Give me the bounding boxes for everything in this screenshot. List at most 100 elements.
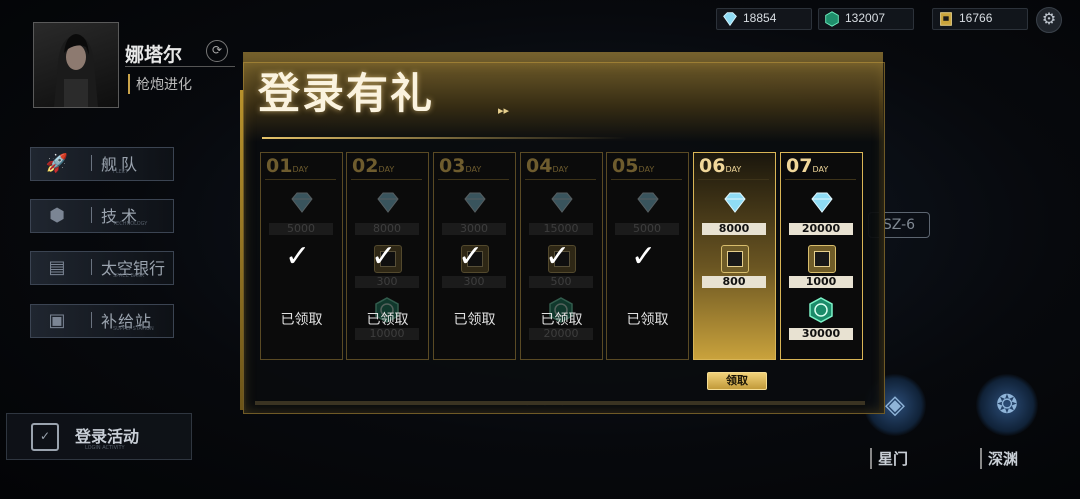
menu-supply-station[interactable]: ▣ 补给站 SUPPLY STATION bbox=[30, 304, 174, 338]
day-divider bbox=[265, 179, 336, 180]
diamond-amount: 8000 bbox=[702, 223, 766, 235]
diamond-amount: 8000 bbox=[355, 223, 419, 235]
diamond-icon bbox=[289, 191, 315, 213]
day-divider bbox=[698, 179, 769, 180]
chip-amount: 800 bbox=[702, 276, 766, 288]
diamond-icon bbox=[809, 191, 835, 213]
diamond-icon bbox=[635, 191, 661, 213]
diamond-counter: 18854 bbox=[716, 8, 812, 30]
player-subtitle: 枪炮进化 bbox=[128, 74, 192, 94]
chip-amount: 300 bbox=[355, 276, 419, 288]
energy-core-icon bbox=[825, 11, 839, 27]
core-amount: 10000 bbox=[355, 328, 419, 340]
abyss-portal[interactable]: ❂ bbox=[976, 374, 1038, 436]
claimed-label: 已领取 bbox=[280, 312, 323, 328]
checkmark-icon: ✓ bbox=[545, 239, 571, 274]
claimed-label: 已领取 bbox=[366, 312, 409, 328]
login-activity-label: 登录活动 bbox=[75, 427, 140, 446]
menu-technology[interactable]: ⬢ 技术 TECHNOLOGY bbox=[30, 199, 174, 233]
energy-core-value: 132007 bbox=[845, 11, 886, 25]
day-number: 07DAY bbox=[786, 155, 829, 177]
claimed-label: 已领取 bbox=[626, 312, 669, 328]
menu-separator bbox=[91, 155, 92, 171]
player-name: 娜塔尔 bbox=[125, 44, 183, 66]
settings-gear-icon[interactable]: ⚙ bbox=[1036, 7, 1062, 33]
menu-separator bbox=[91, 312, 92, 328]
day-card-03: 03DAY 3000 300 ✓ 已领取 bbox=[433, 152, 516, 360]
chip-amount: 1000 bbox=[789, 276, 853, 288]
day-card-05: 05DAY 5000 ✓ 已领取 bbox=[606, 152, 689, 360]
day-number: 04DAY bbox=[526, 155, 569, 177]
abyss-icon: ❂ bbox=[996, 390, 1018, 420]
checkmark-icon: ✓ bbox=[631, 239, 657, 274]
checkmark-icon: ✓ bbox=[371, 239, 397, 274]
diamond-icon bbox=[723, 12, 737, 27]
core-amount: 30000 bbox=[789, 328, 853, 340]
calendar-check-icon: ✓ bbox=[31, 423, 59, 451]
menu-supply-station-sub: SUPPLY STATION bbox=[113, 326, 154, 332]
day-number: 05DAY bbox=[612, 155, 655, 177]
day-card-07: 07DAY 20000 1000 30000 bbox=[780, 152, 863, 360]
profile-divider bbox=[125, 66, 235, 67]
day-number: 02DAY bbox=[352, 155, 395, 177]
claimed-label: 已领取 bbox=[540, 312, 583, 328]
menu-technology-sub: TECHNOLOGY bbox=[113, 221, 148, 227]
energy-core-counter: 132007 bbox=[818, 8, 914, 30]
modal-title: 登录有礼 bbox=[258, 69, 435, 118]
day-divider bbox=[525, 179, 596, 180]
money-stack-icon: ▤ bbox=[48, 257, 66, 278]
diamond-amount: 5000 bbox=[615, 223, 679, 235]
day-number: 06DAY bbox=[699, 155, 742, 177]
claimed-label: 已领取 bbox=[453, 312, 496, 328]
checkmark-icon: ✓ bbox=[458, 239, 484, 274]
chip-card-icon bbox=[940, 12, 952, 26]
day-card-04: 04DAY 15000 500 20000 ✓ 已领取 bbox=[520, 152, 603, 360]
diamond-value: 18854 bbox=[743, 11, 777, 25]
menu-separator bbox=[91, 259, 92, 275]
rocket-icon: 🚀 bbox=[45, 153, 69, 174]
claim-button[interactable]: 领取 bbox=[707, 372, 767, 390]
menu-fleet[interactable]: 🚀 舰队 FLEET bbox=[30, 147, 174, 181]
day-divider bbox=[438, 179, 509, 180]
day-divider bbox=[611, 179, 682, 180]
chip-value: 16766 bbox=[959, 11, 993, 25]
login-activity-sub: LOGIN ACTIVITY bbox=[85, 445, 125, 451]
chip-card-icon bbox=[721, 245, 749, 273]
chip-counter: 16766 bbox=[932, 8, 1028, 30]
chip-card-icon bbox=[808, 245, 836, 273]
stargate-label[interactable]: 星门 bbox=[870, 448, 908, 469]
avatar[interactable] bbox=[33, 22, 119, 108]
day-divider bbox=[785, 179, 856, 180]
character-portrait-icon bbox=[54, 34, 98, 107]
title-arrow-icon: ▸▸ bbox=[498, 104, 510, 117]
menu-space-bank-sub: SPACE BANK bbox=[113, 273, 145, 279]
diamond-icon bbox=[722, 191, 748, 213]
supply-crate-icon: ▣ bbox=[48, 310, 66, 331]
diamond-amount: 20000 bbox=[789, 223, 853, 235]
chip-amount: 500 bbox=[529, 276, 593, 288]
login-activity-button[interactable]: ✓ 登录活动 LOGIN ACTIVITY bbox=[6, 413, 192, 460]
menu-separator bbox=[91, 207, 92, 223]
core-amount: 20000 bbox=[529, 328, 593, 340]
abyss-label[interactable]: 深渊 bbox=[980, 448, 1018, 469]
day-card-02: 02DAY 8000 300 10000 ✓ 已领取 bbox=[346, 152, 429, 360]
refresh-icon[interactable]: ⟳ bbox=[206, 40, 228, 62]
menu-space-bank[interactable]: ▤ 太空银行 SPACE BANK bbox=[30, 251, 174, 285]
day-number: 01DAY bbox=[266, 155, 309, 177]
modal-bottom-bar bbox=[255, 401, 865, 405]
chip-amount: 300 bbox=[442, 276, 506, 288]
day-card-06[interactable]: 06DAY 8000 800 bbox=[693, 152, 776, 360]
diamond-amount: 15000 bbox=[529, 223, 593, 235]
diamond-icon bbox=[462, 191, 488, 213]
title-underline bbox=[262, 137, 627, 139]
day-divider bbox=[351, 179, 422, 180]
day-card-01: 01DAY 5000 ✓ 已领取 bbox=[260, 152, 343, 360]
diamond-icon bbox=[375, 191, 401, 213]
menu-fleet-sub: FLEET bbox=[113, 169, 129, 175]
checkmark-icon: ✓ bbox=[285, 239, 311, 274]
diamond-icon bbox=[549, 191, 575, 213]
diamond-amount: 3000 bbox=[442, 223, 506, 235]
technology-icon: ⬢ bbox=[49, 205, 65, 226]
day-number: 03DAY bbox=[439, 155, 482, 177]
energy-core-icon bbox=[808, 297, 834, 323]
